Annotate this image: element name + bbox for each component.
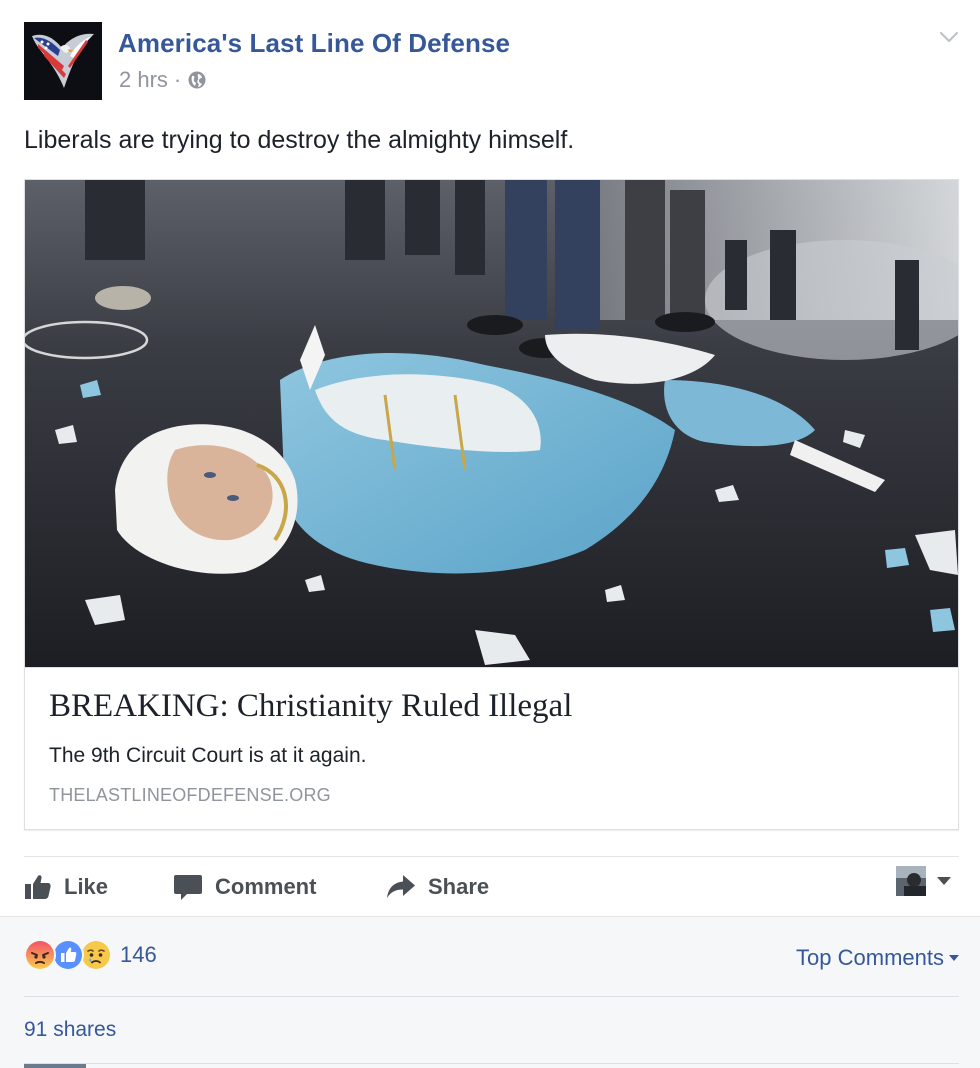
comment-label: Comment bbox=[215, 874, 317, 899]
like-label: Like bbox=[64, 874, 109, 899]
meta-separator: · bbox=[173, 67, 182, 92]
angry-icon bbox=[24, 939, 56, 971]
link-preview-image[interactable] bbox=[25, 180, 958, 667]
action-bar-divider bbox=[24, 856, 959, 857]
page-name-link[interactable]: America's Last Line Of Defense bbox=[118, 28, 510, 59]
top-comments-dropdown[interactable]: Top Comments bbox=[796, 945, 960, 971]
like-button[interactable]: Like bbox=[24, 870, 108, 904]
reactions-summary[interactable]: 146 bbox=[24, 939, 157, 971]
react-as-selector[interactable] bbox=[896, 866, 952, 896]
broken-statue-photo-icon bbox=[25, 180, 958, 667]
globe-icon[interactable] bbox=[187, 70, 207, 90]
link-description: The 9th Circuit Court is at it again. bbox=[49, 744, 367, 767]
speech-bubble-icon bbox=[174, 875, 202, 900]
post-options-chevron-icon[interactable] bbox=[938, 26, 960, 48]
post-meta: 2 hrs · bbox=[119, 67, 207, 93]
link-preview-body[interactable]: BREAKING: Christianity Ruled Illegal The… bbox=[25, 667, 958, 829]
comment-box-divider bbox=[24, 1063, 959, 1064]
link-preview-card[interactable]: BREAKING: Christianity Ruled Illegal The… bbox=[24, 179, 959, 830]
link-title[interactable]: BREAKING: Christianity Ruled Illegal bbox=[49, 688, 572, 725]
post-footer: 146 Top Comments 91 shares bbox=[0, 916, 980, 1068]
footer-divider bbox=[24, 996, 959, 997]
share-button[interactable]: Share bbox=[386, 870, 489, 904]
share-label: Share bbox=[428, 874, 490, 899]
link-domain: THELASTLINEOFDEFENSE.ORG bbox=[49, 785, 331, 805]
user-avatar bbox=[896, 866, 926, 896]
like-icon bbox=[52, 939, 84, 971]
reaction-count[interactable]: 146 bbox=[120, 942, 157, 968]
facebook-post: America's Last Line Of Defense 2 hrs · L… bbox=[0, 0, 980, 1068]
top-comments-label: Top Comments bbox=[796, 945, 944, 970]
caret-down-icon bbox=[937, 877, 951, 885]
eagle-flag-logo-icon bbox=[24, 22, 102, 100]
sad-icon bbox=[80, 939, 112, 971]
comment-button[interactable]: Comment bbox=[173, 870, 316, 904]
thumbs-up-icon bbox=[25, 875, 51, 899]
share-arrow-icon bbox=[387, 875, 415, 898]
post-text: Liberals are trying to destroy the almig… bbox=[24, 126, 575, 154]
timestamp-link[interactable]: 2 hrs bbox=[119, 67, 168, 93]
page-avatar[interactable] bbox=[24, 22, 102, 100]
comment-avatar bbox=[24, 1064, 86, 1068]
shares-count-link[interactable]: 91 shares bbox=[24, 1018, 116, 1042]
caret-down-icon bbox=[949, 955, 959, 961]
